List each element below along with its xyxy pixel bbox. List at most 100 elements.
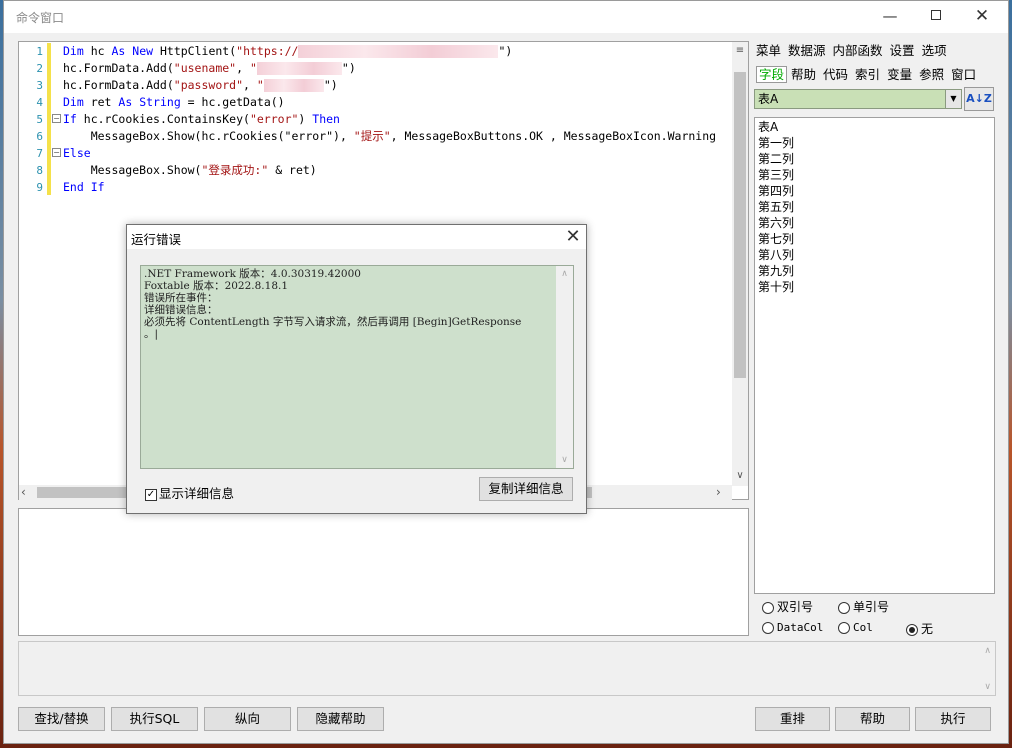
- radio-label: DataCol: [777, 621, 824, 634]
- fold-toggle-else[interactable]: −: [52, 148, 61, 157]
- code-token: ,: [243, 78, 257, 92]
- redacted-text: [263, 79, 324, 92]
- scroll-down-icon[interactable]: ∨: [732, 467, 748, 484]
- panel-menu-item[interactable]: 设置: [890, 43, 915, 58]
- code-token: = hc.getData(): [180, 95, 285, 109]
- field-list-item[interactable]: 第五列: [758, 199, 991, 215]
- code-line[interactable]: Else: [63, 145, 91, 162]
- scroll-left-icon[interactable]: ‹: [21, 485, 26, 499]
- code-token: "登录成功:": [201, 163, 269, 177]
- code-token: hc.FormData.Add(: [63, 78, 174, 92]
- code-line[interactable]: hc.FormData.Add("usename", " "): [63, 60, 356, 77]
- scroll-top-icon[interactable]: ≡: [732, 42, 748, 59]
- error-detail-text[interactable]: .NET Framework 版本：4.0.30319.42000 Foxtabl…: [144, 268, 556, 340]
- radio-selected-icon: [906, 623, 918, 636]
- find-replace-button[interactable]: 查找/替换: [18, 707, 105, 731]
- error-detail-textbox[interactable]: .NET Framework 版本：4.0.30319.42000 Foxtabl…: [140, 265, 574, 469]
- panel-menu-item[interactable]: 内部函数: [833, 43, 883, 58]
- line-number: 6: [36, 130, 43, 143]
- fold-toggle-if[interactable]: −: [52, 114, 61, 123]
- field-list-item[interactable]: 第三列: [758, 167, 991, 183]
- panel-menu-item[interactable]: 参照: [919, 67, 944, 82]
- field-list[interactable]: 表A 第一列 第二列 第三列 第四列 第五列 第六列 第七列 第八列 第九列 第十列: [754, 117, 995, 594]
- code-token: Dim: [63, 44, 84, 58]
- panel-menu-item[interactable]: 索引: [855, 67, 880, 82]
- panel-menu-item[interactable]: 帮助: [791, 67, 816, 82]
- panel-menu-item[interactable]: 选项: [922, 43, 947, 58]
- panel-menu-item[interactable]: 代码: [823, 67, 848, 82]
- close-button[interactable]: ✕: [959, 1, 1005, 33]
- field-list-item[interactable]: 第六列: [758, 215, 991, 231]
- copy-detail-button[interactable]: 复制详细信息: [479, 477, 573, 501]
- radio-double-quote[interactable]: 双引号: [762, 598, 813, 615]
- window-title: 命令窗口: [16, 11, 65, 25]
- help-button[interactable]: 帮助: [835, 707, 910, 731]
- panel-menu-item[interactable]: 菜单: [756, 43, 781, 58]
- code-line[interactable]: hc.FormData.Add("password", " "): [63, 77, 338, 94]
- code-line[interactable]: Dim hc As New HttpClient("https:// "): [63, 43, 512, 60]
- minimize-button[interactable]: —: [867, 1, 913, 33]
- execute-button[interactable]: 执行: [915, 707, 991, 731]
- line-number-gutter: 1 2 3 4 5 6 7 8 9: [19, 42, 47, 486]
- code-line[interactable]: Dim ret As String = hc.getData(): [63, 94, 285, 111]
- error-detail-line: 详细错误信息：: [144, 304, 218, 316]
- sort-az-button[interactable]: A↓Z: [964, 87, 994, 111]
- line-number: 4: [36, 96, 43, 109]
- panel-menu-item[interactable]: 窗口: [951, 67, 976, 82]
- code-token: MessageBox.Show(hc.rCookies("error"),: [63, 129, 354, 143]
- exec-sql-button[interactable]: 执行SQL: [111, 707, 198, 731]
- panel-menu-item[interactable]: 变量: [887, 67, 912, 82]
- code-token: hc: [83, 44, 112, 58]
- editor-vertical-scrollbar[interactable]: ≡ ∨: [732, 42, 748, 486]
- hide-help-button[interactable]: 隐藏帮助: [297, 707, 384, 731]
- code-token: MessageBox.Show(: [63, 163, 202, 177]
- sort-az-icon: A↓Z: [966, 92, 992, 105]
- line-number: 8: [36, 164, 43, 177]
- field-list-item[interactable]: 第一列: [758, 135, 991, 151]
- radio-datacol[interactable]: DataCol: [762, 620, 823, 634]
- scroll-up-icon[interactable]: ∧: [984, 646, 991, 656]
- close-icon: ✕: [565, 226, 581, 247]
- code-line[interactable]: MessageBox.Show(hc.rCookies("error"), "提…: [63, 128, 716, 145]
- panel-menu-item[interactable]: 数据源: [788, 43, 826, 58]
- dialog-close-button[interactable]: ✕: [560, 225, 586, 249]
- scroll-up-icon[interactable]: ∧: [556, 266, 573, 282]
- redacted-text: [256, 62, 342, 75]
- close-icon: ✕: [974, 6, 990, 26]
- output-pane[interactable]: [18, 508, 749, 636]
- code-line[interactable]: If hc.rCookies.ContainsKey("error") Then: [63, 111, 340, 128]
- field-list-item[interactable]: 表A: [758, 119, 991, 135]
- runtime-error-dialog: 运行错误 ✕ .NET Framework 版本：4.0.30319.42000…: [126, 224, 587, 514]
- code-token: If: [63, 112, 77, 126]
- table-select[interactable]: 表A ▼: [754, 89, 962, 109]
- code-token: Else: [63, 146, 91, 160]
- code-line[interactable]: End If: [63, 179, 105, 196]
- field-list-item[interactable]: 第七列: [758, 231, 991, 247]
- scroll-down-icon[interactable]: ∨: [984, 682, 991, 692]
- show-detail-checkbox[interactable]: ✓ 显示详细信息: [145, 483, 234, 502]
- radio-label: 双引号: [777, 600, 814, 614]
- code-line[interactable]: MessageBox.Show("登录成功:" & ret): [63, 162, 317, 179]
- scroll-down-icon[interactable]: ∨: [556, 452, 573, 468]
- maximize-button[interactable]: [913, 1, 959, 33]
- field-list-item[interactable]: 第九列: [758, 263, 991, 279]
- vertical-button[interactable]: 纵向: [204, 707, 291, 731]
- detail-scrollbar[interactable]: ∧ ∨: [556, 266, 573, 468]
- checkbox-checked-icon: ✓: [145, 488, 157, 501]
- radio-col[interactable]: Col: [838, 620, 873, 634]
- radio-single-quote[interactable]: 单引号: [838, 598, 889, 615]
- dropdown-arrow-icon[interactable]: ▼: [945, 90, 961, 108]
- field-list-item[interactable]: 第二列: [758, 151, 991, 167]
- panel-menu-item[interactable]: 字段: [756, 66, 788, 83]
- radio-icon: [762, 621, 774, 634]
- field-list-item[interactable]: 第四列: [758, 183, 991, 199]
- line-number: 3: [36, 79, 43, 92]
- scroll-right-icon[interactable]: ›: [716, 485, 721, 499]
- radio-none[interactable]: 无: [906, 620, 933, 637]
- field-list-item[interactable]: 第八列: [758, 247, 991, 263]
- title-bar: 命令窗口 — ✕: [4, 1, 1008, 33]
- scroll-thumb[interactable]: [734, 72, 746, 378]
- field-list-item[interactable]: 第十列: [758, 279, 991, 295]
- code-token: ": [256, 78, 264, 92]
- rearrange-button[interactable]: 重排: [755, 707, 830, 731]
